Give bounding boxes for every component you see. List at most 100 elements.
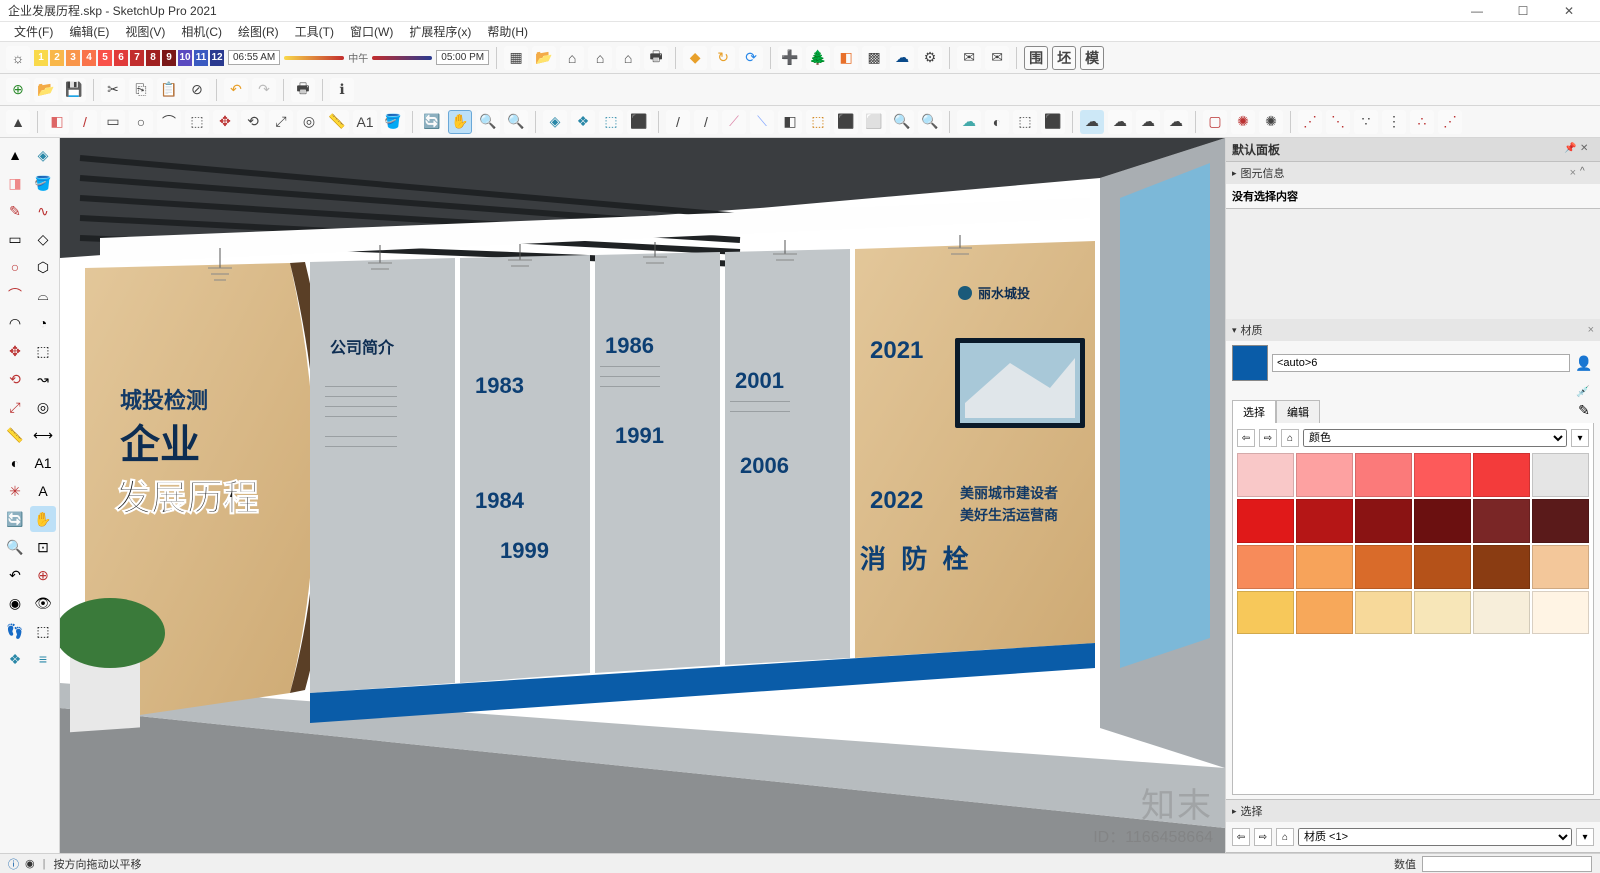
edge-icon[interactable]: / bbox=[666, 110, 690, 134]
new-icon[interactable]: ⊕ bbox=[6, 78, 30, 102]
lt-outliner-icon[interactable]: ≡ bbox=[30, 646, 56, 672]
wire5-icon[interactable]: ∴ bbox=[1410, 110, 1434, 134]
lt-pan-icon[interactable]: ✋ bbox=[30, 506, 56, 532]
lt-text-icon[interactable]: A1 bbox=[30, 450, 56, 476]
atom-icon[interactable]: ✺ bbox=[1231, 110, 1255, 134]
wire6-icon[interactable]: ⋰ bbox=[1438, 110, 1462, 134]
month-9[interactable]: 9 bbox=[162, 50, 176, 66]
home-icon[interactable]: ⌂ bbox=[560, 46, 584, 70]
maximize-button[interactable]: ☐ bbox=[1500, 0, 1546, 22]
sect2-icon[interactable]: ⬛ bbox=[627, 110, 651, 134]
lt-zoomext-icon[interactable]: ⊕ bbox=[30, 562, 56, 588]
color-swatch[interactable] bbox=[1237, 591, 1294, 635]
e10-icon[interactable]: 🔍 bbox=[918, 110, 942, 134]
color-swatch[interactable] bbox=[1473, 591, 1530, 635]
pin-icon[interactable]: 📌 bbox=[1564, 143, 1578, 157]
color-swatch[interactable] bbox=[1355, 453, 1412, 497]
lt-follow-icon[interactable]: ↝ bbox=[30, 366, 56, 392]
xray-icon[interactable]: ◐ bbox=[985, 110, 1009, 134]
home3-icon[interactable]: ⌂ bbox=[616, 46, 640, 70]
orbit-icon[interactable]: 🔄 bbox=[420, 110, 444, 134]
layers-icon[interactable]: ❖ bbox=[571, 110, 595, 134]
zoom-ext-icon[interactable]: 🔍 bbox=[504, 110, 528, 134]
home2-icon[interactable]: ⌂ bbox=[588, 46, 612, 70]
color-category-select[interactable]: 颜色 bbox=[1303, 429, 1567, 447]
shadow-toggle-icon[interactable]: ☼ bbox=[6, 46, 30, 70]
save-icon[interactable]: 💾 bbox=[62, 78, 86, 102]
entity-close-icon[interactable]: × bbox=[1570, 167, 1576, 179]
c2-icon[interactable]: ☁ bbox=[1108, 110, 1132, 134]
tape-icon[interactable]: 📏 bbox=[325, 110, 349, 134]
lt-pos-icon[interactable]: ◉ bbox=[2, 590, 28, 616]
entity-info-header[interactable]: ▸图元信息 × ^ bbox=[1226, 162, 1600, 184]
color-swatch[interactable] bbox=[1237, 453, 1294, 497]
color-swatch[interactable] bbox=[1355, 499, 1412, 543]
print-icon[interactable]: 🖶 bbox=[644, 46, 668, 70]
rect-icon[interactable]: ▭ bbox=[101, 110, 125, 134]
material-swatch[interactable] bbox=[1232, 345, 1268, 381]
selection-header[interactable]: ▸选择 bbox=[1226, 800, 1600, 822]
month-5[interactable]: 5 bbox=[98, 50, 112, 66]
tab-select[interactable]: 选择 bbox=[1232, 400, 1276, 423]
circle-icon[interactable]: ○ bbox=[129, 110, 153, 134]
menu-help[interactable]: 帮助(H) bbox=[479, 21, 536, 42]
open2-icon[interactable]: 📂 bbox=[34, 78, 58, 102]
box-icon[interactable]: ▦ bbox=[504, 46, 528, 70]
time-end[interactable]: 05:00 PM bbox=[436, 50, 489, 65]
wire4-icon[interactable]: ⋮ bbox=[1382, 110, 1406, 134]
grad-icon[interactable]: ◧ bbox=[834, 46, 858, 70]
style1-icon[interactable]: ⬚ bbox=[1013, 110, 1037, 134]
color-swatch[interactable] bbox=[1532, 591, 1589, 635]
materials-header[interactable]: ▾材质 × bbox=[1226, 319, 1600, 341]
selection-select[interactable]: 材质 <1> bbox=[1298, 828, 1572, 846]
menu-draw[interactable]: 绘图(R) bbox=[230, 21, 287, 42]
lt-rotate-icon[interactable]: ⟲ bbox=[2, 366, 28, 392]
lt-sect-icon[interactable]: ⬚ bbox=[30, 618, 56, 644]
copy-icon[interactable]: ⎘ bbox=[129, 78, 153, 102]
material-create-icon[interactable]: 👤 bbox=[1574, 353, 1594, 373]
cloud-icon[interactable]: ☁ bbox=[957, 110, 981, 134]
pan-highlighted-icon[interactable]: ✋ bbox=[448, 110, 472, 134]
lt-axes-icon[interactable]: ✳ bbox=[2, 478, 28, 504]
lt-layer-icon[interactable]: ❖ bbox=[2, 646, 28, 672]
print2-icon[interactable]: 🖶 bbox=[291, 78, 315, 102]
c4-icon[interactable]: ☁ bbox=[1164, 110, 1188, 134]
color-swatch[interactable] bbox=[1355, 591, 1412, 635]
measurement-input[interactable] bbox=[1422, 856, 1592, 872]
iso-icon[interactable]: ◈ bbox=[543, 110, 567, 134]
month-7[interactable]: 7 bbox=[130, 50, 144, 66]
lt-push-icon[interactable]: ⬚ bbox=[30, 338, 56, 364]
nav-back-icon[interactable]: ⇦ bbox=[1237, 429, 1255, 447]
close-button[interactable]: ✕ bbox=[1546, 0, 1592, 22]
lt-walk-icon[interactable]: 👣 bbox=[2, 618, 28, 644]
entity-expand-icon[interactable]: ^ bbox=[1580, 166, 1594, 180]
lt-prot-icon[interactable]: ◐ bbox=[2, 450, 28, 476]
offset-icon[interactable]: ◎ bbox=[297, 110, 321, 134]
line-icon[interactable]: / bbox=[73, 110, 97, 134]
model-info-icon[interactable]: ℹ bbox=[330, 78, 354, 102]
lt-select-icon[interactable]: ▲ bbox=[2, 142, 28, 168]
push-icon[interactable]: ⬚ bbox=[185, 110, 209, 134]
wire2-icon[interactable]: ⋱ bbox=[1326, 110, 1350, 134]
time-start[interactable]: 06:55 AM bbox=[228, 50, 280, 65]
color-swatch[interactable] bbox=[1414, 499, 1471, 543]
sel-home-icon[interactable]: ⌂ bbox=[1276, 828, 1294, 846]
paste-icon[interactable]: 📋 bbox=[157, 78, 181, 102]
e4-icon[interactable]: ⟍ bbox=[750, 110, 774, 134]
refresh-icon[interactable]: ↻ bbox=[711, 46, 735, 70]
color-swatch[interactable] bbox=[1532, 453, 1589, 497]
eyedropper-icon[interactable]: 💉 bbox=[1576, 386, 1590, 398]
lt-rect-icon[interactable]: ▭ bbox=[2, 226, 28, 252]
scale-icon[interactable]: ⤢ bbox=[269, 110, 293, 134]
lt-move-icon[interactable]: ✥ bbox=[2, 338, 28, 364]
gear-icon[interactable]: ⚙ bbox=[918, 46, 942, 70]
sel-detail-icon[interactable]: ▾ bbox=[1576, 828, 1594, 846]
delete-icon[interactable]: ⊘ bbox=[185, 78, 209, 102]
lt-arc2-icon[interactable]: ⌓ bbox=[30, 282, 56, 308]
e7-icon[interactable]: ⬛ bbox=[834, 110, 858, 134]
color-swatch[interactable] bbox=[1414, 453, 1471, 497]
atom2-icon[interactable]: ✺ bbox=[1259, 110, 1283, 134]
undo-icon[interactable]: ↶ bbox=[224, 78, 248, 102]
arc-icon[interactable]: ⌒ bbox=[157, 110, 181, 134]
wire1-icon[interactable]: ⋰ bbox=[1298, 110, 1322, 134]
